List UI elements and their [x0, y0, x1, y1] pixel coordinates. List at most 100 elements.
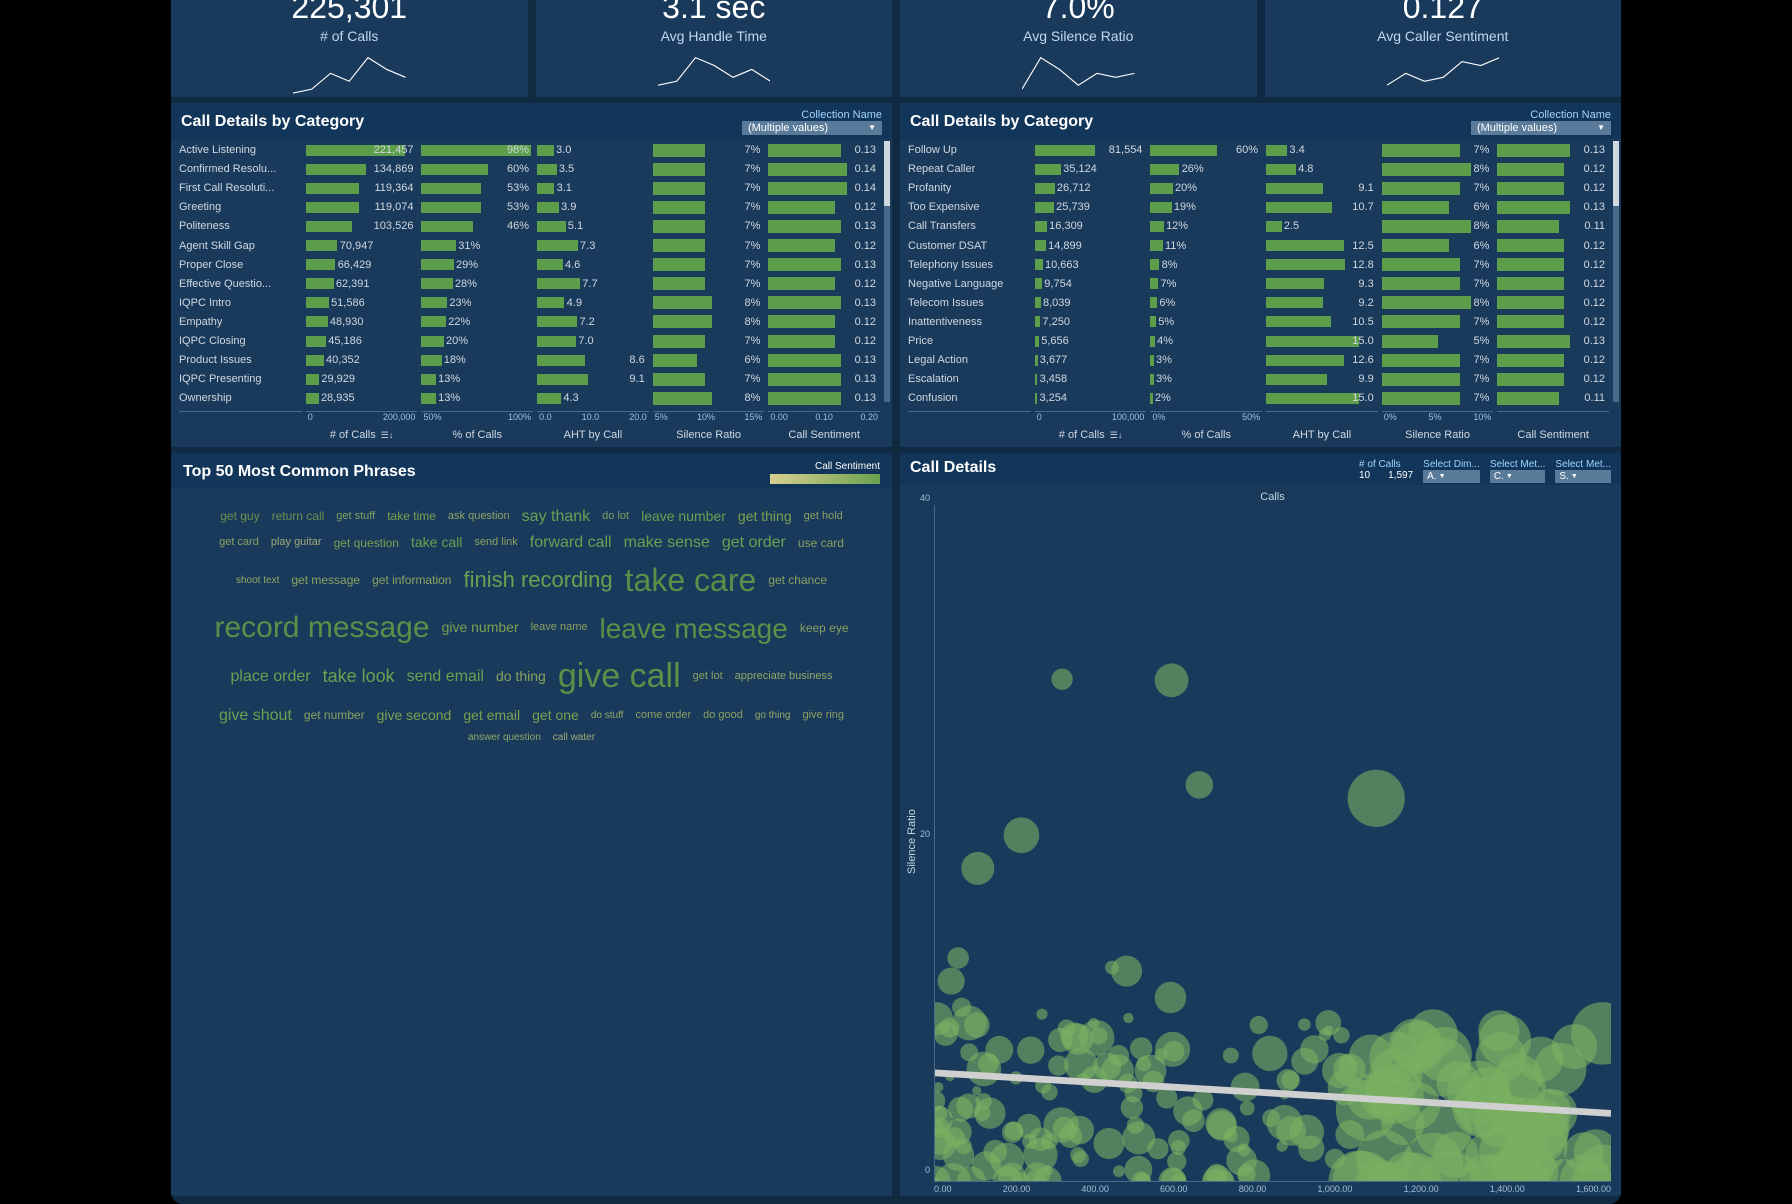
collection-dropdown[interactable]: (Multiple values): [742, 121, 882, 135]
word[interactable]: give call: [558, 653, 681, 701]
word[interactable]: send link: [474, 535, 517, 550]
word[interactable]: take call: [411, 533, 462, 553]
kpi-value: 7.0%: [910, 0, 1247, 26]
category-row[interactable]: First Call Resoluti...: [179, 179, 302, 198]
scrollbar[interactable]: [884, 141, 890, 402]
word[interactable]: do lot: [602, 509, 629, 524]
col-calls: 81,55435,12426,71225,73916,30914,89910,6…: [1033, 139, 1149, 447]
phrases-header: Top 50 Most Common Phrases Call Sentimen…: [171, 453, 892, 488]
word[interactable]: get order: [722, 532, 786, 554]
category-row[interactable]: Legal Action: [908, 351, 1031, 370]
word[interactable]: get chance: [768, 572, 827, 589]
word[interactable]: get email: [463, 706, 520, 726]
word[interactable]: do stuff: [591, 709, 624, 723]
category-row[interactable]: IQPC Presenting: [179, 370, 302, 389]
word[interactable]: get lot: [693, 669, 723, 684]
word[interactable]: return call: [272, 508, 325, 525]
word[interactable]: do thing: [496, 667, 546, 687]
select-met2-dd[interactable]: S.: [1555, 470, 1611, 483]
category-row[interactable]: Too Expensive: [908, 198, 1031, 217]
category-row[interactable]: Confusion: [908, 389, 1031, 408]
word[interactable]: take time: [387, 508, 436, 525]
select-dim-dd[interactable]: A.: [1423, 470, 1480, 483]
sort-icon[interactable]: ☰↓: [381, 430, 394, 441]
word[interactable]: get guy: [220, 508, 259, 525]
category-row[interactable]: Product Issues: [179, 351, 302, 370]
word[interactable]: get question: [334, 535, 399, 552]
category-row[interactable]: IQPC Intro: [179, 293, 302, 312]
collection-dropdown[interactable]: (Multiple values): [1471, 121, 1611, 135]
word[interactable]: leave name: [531, 620, 588, 635]
category-row[interactable]: IQPC Closing: [179, 331, 302, 350]
word[interactable]: finish recording: [463, 565, 612, 596]
col-silence: 7%7%7%7%7%7%7%7%8%8%7%6%7%8% 5%10%15% Si…: [651, 139, 767, 447]
word[interactable]: get message: [291, 572, 360, 589]
word[interactable]: call water: [553, 731, 595, 745]
select-met1-dd[interactable]: C.: [1490, 470, 1546, 483]
word[interactable]: get one: [532, 706, 579, 726]
word[interactable]: go thing: [755, 709, 791, 723]
word[interactable]: send email: [407, 666, 484, 688]
category-row[interactable]: Greeting: [179, 198, 302, 217]
word[interactable]: ask question: [448, 509, 510, 524]
category-body: Follow UpRepeat CallerProfanityToo Expen…: [900, 139, 1621, 447]
word[interactable]: get stuff: [336, 509, 375, 524]
word[interactable]: get thing: [738, 507, 792, 527]
word[interactable]: answer question: [468, 731, 541, 745]
category-row[interactable]: Repeat Caller: [908, 160, 1031, 179]
word[interactable]: give number: [442, 618, 519, 638]
category-row[interactable]: Active Listening: [179, 141, 302, 160]
word[interactable]: appreciate business: [735, 669, 833, 684]
word[interactable]: make sense: [624, 532, 710, 554]
col-pct: 60%26%20%19%12%11%8%7%6%5%4%3%3%2% 0%50%…: [1148, 139, 1264, 447]
category-row[interactable]: Negative Language: [908, 274, 1031, 293]
category-row[interactable]: Ownership: [179, 389, 302, 408]
word[interactable]: place order: [231, 666, 311, 688]
kpi-value: 3.1 sec: [546, 0, 883, 26]
word[interactable]: do good: [703, 708, 743, 723]
word[interactable]: record message: [214, 607, 429, 649]
ncalls-group: # of Calls 101,597: [1359, 459, 1413, 481]
word[interactable]: get information: [372, 572, 451, 589]
word[interactable]: forward call: [530, 532, 612, 554]
category-row[interactable]: Price: [908, 331, 1031, 350]
col-pct: 98%60%53%53%46%31%29%28%23%22%20%18%13%1…: [419, 139, 535, 447]
category-row[interactable]: Escalation: [908, 370, 1031, 389]
word[interactable]: leave number: [641, 507, 726, 527]
wordcloud[interactable]: get guy return call get stuff take time ask …: [171, 488, 892, 764]
word[interactable]: come order: [635, 708, 691, 723]
word[interactable]: get hold: [804, 509, 843, 524]
word[interactable]: get card: [219, 535, 259, 550]
word[interactable]: take look: [323, 664, 395, 689]
category-row[interactable]: Confirmed Resolu...: [179, 160, 302, 179]
word[interactable]: give ring: [802, 708, 844, 723]
word[interactable]: leave message: [599, 609, 787, 648]
sort-icon[interactable]: ☰↓: [1110, 430, 1123, 441]
category-row[interactable]: Agent Skill Gap: [179, 236, 302, 255]
bottom-row: Top 50 Most Common Phrases Call Sentimen…: [171, 447, 1621, 1204]
category-row[interactable]: Empathy: [179, 312, 302, 331]
phrases-panel: Top 50 Most Common Phrases Call Sentimen…: [171, 453, 892, 1196]
category-row[interactable]: Call Transfers: [908, 217, 1031, 236]
word[interactable]: give second: [377, 706, 452, 726]
category-row[interactable]: Profanity: [908, 179, 1031, 198]
category-row[interactable]: Inattentiveness: [908, 312, 1031, 331]
category-row[interactable]: Proper Close: [179, 255, 302, 274]
category-row[interactable]: Follow Up: [908, 141, 1031, 160]
kpi-label: # of Calls: [181, 28, 518, 44]
category-row[interactable]: Telephony Issues: [908, 255, 1031, 274]
word[interactable]: keep eye: [800, 620, 849, 637]
category-row[interactable]: Telecom Issues: [908, 293, 1031, 312]
word[interactable]: take care: [625, 558, 757, 603]
scrollbar[interactable]: [1613, 141, 1619, 402]
word[interactable]: play guitar: [271, 535, 322, 550]
kpi-label: Avg Handle Time: [546, 28, 883, 44]
category-row[interactable]: Customer DSAT: [908, 236, 1031, 255]
word[interactable]: give shout: [219, 705, 292, 727]
category-row[interactable]: Effective Questio...: [179, 274, 302, 293]
word[interactable]: use card: [798, 535, 844, 552]
word[interactable]: get number: [304, 707, 365, 724]
word[interactable]: say thank: [522, 506, 590, 528]
category-row[interactable]: Politeness: [179, 217, 302, 236]
word[interactable]: shoot text: [236, 574, 279, 588]
